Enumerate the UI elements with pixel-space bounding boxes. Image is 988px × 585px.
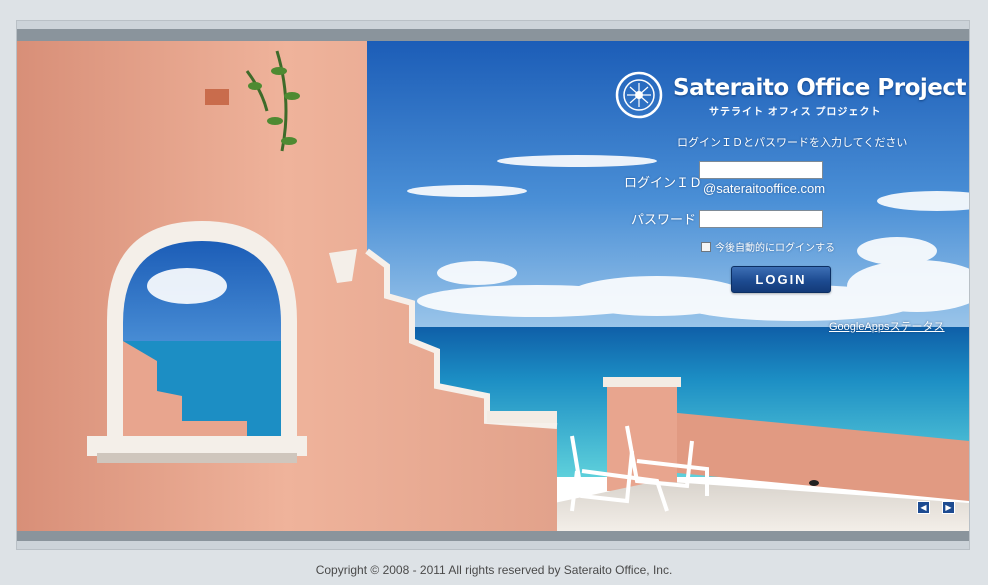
brand-title: Sateraito Office Project xyxy=(673,75,967,101)
login-id-input[interactable] xyxy=(699,161,823,179)
remember-login-checkbox[interactable] xyxy=(701,241,711,252)
domain-suffix: @sateraitooffice.com xyxy=(703,181,826,196)
frame-bottom-bar xyxy=(17,531,969,549)
frame-top-bar xyxy=(17,21,969,41)
login-frame: Sateraito Office Project サテライト オフィス プロジェ… xyxy=(16,20,970,550)
password-input[interactable] xyxy=(699,210,823,228)
footer-copyright: Copyright © 2008 - 2011 All rights reser… xyxy=(315,563,673,577)
remember-login-label: 今後自動的にログインする xyxy=(715,243,835,254)
triangle-right-icon: ▶ xyxy=(945,503,952,512)
sateraito-emblem-icon xyxy=(615,71,663,119)
googleapps-status-link[interactable]: GoogleAppsステータス xyxy=(829,318,945,334)
remember-login-option[interactable]: 今後自動的にログインする xyxy=(701,239,835,254)
brand-logo: Sateraito Office Project サテライト オフィス プロジェ… xyxy=(615,71,967,125)
slideshow-next-button[interactable]: ▶ xyxy=(942,501,955,514)
brand-subtitle: サテライト オフィス プロジェクト xyxy=(709,107,882,118)
login-id-label: ログインＩＤ xyxy=(624,175,703,190)
login-button[interactable]: LOGIN xyxy=(731,266,831,293)
login-instruction: ログインＩＤとパスワードを入力してください xyxy=(677,137,908,149)
triangle-left-icon: ◀ xyxy=(920,503,927,512)
slideshow-prev-button[interactable]: ◀ xyxy=(917,501,930,514)
password-label: パスワード xyxy=(631,212,697,227)
